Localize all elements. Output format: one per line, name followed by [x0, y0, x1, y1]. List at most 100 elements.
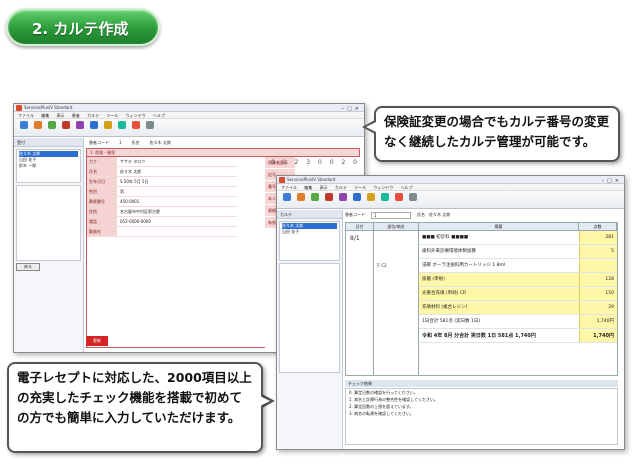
- toolbar-button[interactable]: [281, 192, 292, 207]
- window-title-bar: ServicesPlusIV Standard –□×: [14, 104, 364, 112]
- print-icon: [324, 192, 333, 201]
- callout-receipt-check: 電子レセプトに対応した、2000項目以上の充実したチェック機能を搭載で初めての方…: [7, 362, 263, 453]
- field-label: 生年月日: [87, 177, 117, 186]
- birthdate-field[interactable]: S 50年 5月 5日: [117, 177, 237, 187]
- order-text: 歯科外来診療環境体制加算: [422, 249, 476, 254]
- patient-list[interactable]: 佐々木 太郎 山田 花子 鈴木 一郎: [16, 149, 81, 183]
- list-item[interactable]: 2. 算定回数の上限を超えています。: [349, 403, 617, 410]
- toolbar-button[interactable]: [393, 192, 404, 207]
- column-header: 日付: [346, 223, 374, 230]
- site-cell[interactable]: [374, 245, 418, 259]
- list-item[interactable]: 0. 算定日数の確認を行ってください。: [349, 389, 617, 396]
- toolbar-button[interactable]: [116, 120, 127, 135]
- column-header: 摘要: [419, 223, 579, 230]
- patient-code-label: 患者コード: [345, 212, 365, 217]
- menu-item[interactable]: 編集: [304, 185, 312, 190]
- order-text: 浸麻 オーラ注歯科用カートリッジ 1.8ml: [422, 263, 506, 268]
- toolbar-button[interactable]: [379, 192, 390, 207]
- menu-item[interactable]: カルテ: [87, 113, 99, 118]
- order-line[interactable]: ■■■ 初診料 ■■■■ 281: [419, 231, 617, 245]
- back-button[interactable]: 戻る: [16, 263, 40, 271]
- menu-item[interactable]: ウィンドウ: [373, 185, 393, 190]
- form-row: 住所 名古屋市中村区那古野: [87, 207, 237, 217]
- order-points: 281: [579, 231, 617, 244]
- menu-item[interactable]: 編集: [41, 113, 49, 118]
- window-controls[interactable]: –□×: [342, 105, 362, 111]
- section-title: 2. カルテ作成: [32, 20, 129, 38]
- toolbar-button[interactable]: [130, 120, 141, 135]
- field-label: 氏名: [87, 167, 117, 176]
- person-icon: [19, 120, 28, 129]
- toolbar-button[interactable]: [337, 192, 348, 207]
- toolbar-button[interactable]: [365, 192, 376, 207]
- order-line[interactable]: 浸麻 オーラ注歯科用カートリッジ 1.8ml: [419, 259, 617, 273]
- column-header: 点数: [579, 223, 617, 230]
- field-label: カナ: [87, 157, 117, 166]
- window-controls[interactable]: –□×: [602, 177, 622, 183]
- postal-code-field[interactable]: 450-0001: [117, 197, 237, 207]
- sex-field[interactable]: 男: [117, 187, 237, 197]
- form-row: 生年月日 S 50年 5月 5日: [87, 177, 237, 187]
- list-item[interactable]: 山田 花子: [282, 229, 337, 235]
- order-text: 充填材料 (複合レジン): [419, 301, 579, 314]
- menu-item[interactable]: ファイル: [18, 113, 34, 118]
- callout-tail: [366, 122, 376, 132]
- monthly-total-line: 令和 4年 8月 分合計 実日数 1日 581点 1,740円 1,740円: [419, 329, 617, 343]
- order-line[interactable]: 抜髄 (単根) 128: [419, 273, 617, 287]
- toolbar-button[interactable]: [74, 120, 85, 135]
- sidebar-panel: [279, 263, 340, 373]
- patient-name-label: 氏名: [131, 140, 140, 145]
- order-text: ■■■ 初診料 ■■■■: [422, 235, 469, 240]
- menu-item[interactable]: カルテ: [335, 185, 347, 190]
- site-cell[interactable]: 下 C2: [374, 259, 418, 273]
- toolbar-button[interactable]: [32, 120, 43, 135]
- karte-header: 日付 部位/病名 摘要 点数: [346, 223, 617, 231]
- order-line[interactable]: 充填材料 (複合レジン) 29: [419, 301, 617, 315]
- order-line[interactable]: 歯科外来診療環境体制加算 5: [419, 245, 617, 259]
- list-item[interactable]: 1. 病名と診療行為の整合性を確認してください。: [349, 396, 617, 403]
- site-cell[interactable]: [374, 231, 418, 245]
- menu-bar: ファイル 編集 表示 患者 カルテ ツール ウィンドウ ヘルプ: [14, 112, 364, 119]
- toolbar-button[interactable]: [88, 120, 99, 135]
- kana-field[interactable]: ササキ タロウ: [117, 157, 237, 167]
- tooth-icon: [366, 192, 375, 201]
- visit-date[interactable]: 8/1: [346, 231, 374, 375]
- person-icon: [282, 192, 291, 201]
- patient-list[interactable]: 佐々木 太郎 山田 花子: [279, 221, 340, 261]
- list-item[interactable]: 3. 病名の転帰を確認してください。: [349, 410, 617, 417]
- patient-code-input[interactable]: 1: [371, 211, 411, 219]
- order-line[interactable]: 光重合充填 (単純) CR 150: [419, 287, 617, 301]
- chart-icon: [89, 120, 98, 129]
- address-field[interactable]: 名古屋市中村区那古野: [117, 207, 237, 217]
- menu-item[interactable]: ツール: [106, 113, 118, 118]
- toolbar-button[interactable]: [144, 120, 155, 135]
- list-item[interactable]: 鈴木 一郎: [19, 163, 78, 169]
- field-label: 勤務先: [87, 227, 117, 236]
- menu-item[interactable]: ウィンドウ: [126, 113, 146, 118]
- toolbar-button[interactable]: [18, 120, 29, 135]
- check-results-list[interactable]: 0. 算定日数の確認を行ってください。 1. 病名と診療行為の整合性を確認してく…: [345, 388, 618, 445]
- toolbar-button[interactable]: [102, 120, 113, 135]
- menu-item[interactable]: ヘルプ: [153, 113, 165, 118]
- toolbar-button[interactable]: [351, 192, 362, 207]
- insurer-number[interactable]: 0 1 2 3 0 0 2 0: [271, 159, 360, 166]
- check-results-header: チェック結果: [345, 380, 618, 387]
- toolbar-button[interactable]: [309, 192, 320, 207]
- phone-field[interactable]: 052-0000-0000: [117, 217, 237, 227]
- menu-item[interactable]: ファイル: [281, 185, 297, 190]
- field-label: 性別: [87, 187, 117, 196]
- menu-item[interactable]: 表示: [57, 113, 65, 118]
- menu-item[interactable]: ツール: [354, 185, 366, 190]
- patient-header-row: 患者コード 1 氏名 佐々木 太郎: [86, 138, 362, 147]
- tooth-icon: [103, 120, 112, 129]
- toolbar-button[interactable]: [323, 192, 334, 207]
- toolbar-button[interactable]: [407, 192, 418, 207]
- name-field[interactable]: 佐々木 太郎: [117, 167, 237, 177]
- menu-item[interactable]: 表示: [320, 185, 328, 190]
- update-button[interactable]: 更新: [86, 336, 108, 346]
- toolbar-button[interactable]: [46, 120, 57, 135]
- toolbar-button[interactable]: [295, 192, 306, 207]
- toolbar-button[interactable]: [60, 120, 71, 135]
- menu-item[interactable]: 患者: [72, 113, 80, 118]
- menu-item[interactable]: ヘルプ: [401, 185, 413, 190]
